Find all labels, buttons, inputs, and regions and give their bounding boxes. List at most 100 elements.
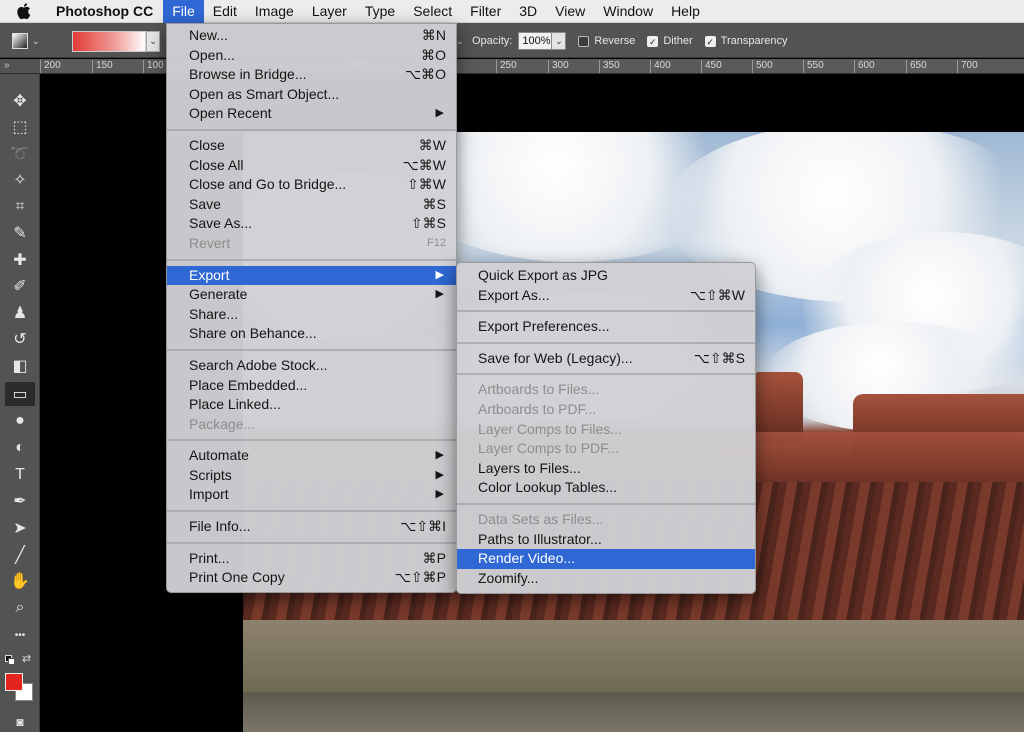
menu-edit[interactable]: Edit (204, 0, 246, 23)
menu-item-open[interactable]: Open... ⌘O (167, 46, 456, 66)
app-name-menu[interactable]: Photoshop CC (48, 3, 163, 19)
menu-item-export-preferences[interactable]: Export Preferences... (457, 317, 755, 337)
menu-item-save-for-web-legacy[interactable]: Save for Web (Legacy)... ⌥⇧⌘S (457, 349, 755, 369)
menu-item-label: Automate (189, 447, 249, 464)
menu-item-open-as-smart-object[interactable]: Open as Smart Object... (167, 85, 456, 105)
menu-item-shortcut: ⌘S (422, 195, 446, 212)
dither-checkbox[interactable]: ✓ Dither (647, 35, 693, 47)
pen-icon[interactable]: ✒ (5, 489, 35, 513)
eyedropper-icon[interactable]: ✎ (5, 221, 35, 245)
menu-item-import[interactable]: Import ▶ (167, 485, 456, 505)
menu-3d[interactable]: 3D (510, 0, 546, 23)
zoom-icon[interactable]: ⌕ (5, 596, 35, 620)
submenu-arrow-icon: ▶ (435, 449, 444, 462)
menu-select[interactable]: Select (404, 0, 461, 23)
gradient-icon[interactable]: ▭ (5, 382, 35, 406)
move-icon[interactable]: ✥ (5, 89, 35, 113)
menu-item-label: Zoomify... (478, 569, 539, 586)
menu-item-layers-to-files[interactable]: Layers to Files... (457, 459, 755, 479)
menu-item-color-lookup-tables[interactable]: Color Lookup Tables... (457, 478, 755, 498)
history-brush-icon[interactable]: ↺ (5, 327, 35, 351)
menu-item-zoomify[interactable]: Zoomify... (457, 569, 755, 589)
dodge-icon[interactable]: ◐ (5, 436, 35, 460)
menu-view[interactable]: View (546, 0, 594, 23)
menu-item-generate[interactable]: Generate ▶ (167, 285, 456, 305)
menu-item-label: Open Recent (189, 105, 272, 122)
menu-item-save[interactable]: Save ⌘S (167, 195, 456, 215)
reverse-checkbox-box[interactable] (578, 35, 590, 47)
opacity-chevron-icon[interactable]: ⌄ (552, 32, 567, 50)
reverse-checkbox[interactable]: Reverse (578, 35, 635, 47)
type-icon[interactable]: T (5, 463, 35, 487)
quick-mask-icon[interactable]: ◙ (5, 710, 35, 732)
hand-icon[interactable]: ✋ (5, 569, 35, 593)
magic-wand-icon[interactable]: ✧ (5, 168, 35, 192)
line-icon[interactable]: ╱ (5, 543, 35, 567)
apple-icon[interactable] (0, 0, 48, 23)
opacity-field[interactable]: 100% (518, 32, 553, 50)
menu-item-browse-in-bridge[interactable]: Browse in Bridge... ⌥⌘O (167, 65, 456, 85)
gradient-picker-chevron-icon[interactable]: ⌄ (146, 31, 160, 52)
menu-image[interactable]: Image (246, 0, 303, 23)
clone-stamp-icon[interactable]: ♟ (5, 301, 35, 325)
more-tools-icon[interactable]: ••• (5, 623, 35, 647)
menu-filter[interactable]: Filter (461, 0, 510, 23)
menu-layer[interactable]: Layer (303, 0, 356, 23)
eraser-icon[interactable]: ◧ (5, 354, 35, 378)
menu-item-export-as[interactable]: Export As... ⌥⇧⌘W (457, 286, 755, 306)
menu-item-shortcut: ⌘W (418, 136, 446, 153)
marquee-icon[interactable]: ⬚ (5, 115, 35, 139)
tool-preset-picker[interactable]: ⌄ (12, 30, 50, 52)
menu-item-place-linked[interactable]: Place Linked... (167, 395, 456, 415)
panel-collapse-icon[interactable]: » (0, 59, 40, 74)
menu-item-new[interactable]: New... ⌘N (167, 26, 456, 46)
menu-item-search-adobe-stock[interactable]: Search Adobe Stock... (167, 356, 456, 376)
menu-item-label: Export As... (478, 286, 550, 303)
menu-item-print[interactable]: Print... ⌘P (167, 549, 456, 569)
menu-item-file-info[interactable]: File Info... ⌥⇧⌘I (167, 517, 456, 537)
menu-type[interactable]: Type (356, 0, 404, 23)
menu-item-label: Render Video... (478, 550, 576, 567)
menu-item-shortcut: ⇧⌘S (410, 215, 446, 232)
menu-item-open-recent[interactable]: Open Recent ▶ (167, 104, 456, 124)
healing-brush-icon[interactable]: ✚ (5, 248, 35, 272)
menu-item-close-all[interactable]: Close All ⌥⌘W (167, 156, 456, 176)
menu-item-share[interactable]: Share... (167, 305, 456, 325)
dither-checkbox-box[interactable]: ✓ (647, 35, 659, 47)
menu-item-place-embedded[interactable]: Place Embedded... (167, 376, 456, 396)
menu-item-shortcut: F12 (427, 236, 446, 249)
menu-item-data-sets-as-files: Data Sets as Files... (457, 510, 755, 530)
menu-item-print-one-copy[interactable]: Print One Copy ⌥⇧⌘P (167, 568, 456, 588)
menu-window[interactable]: Window (594, 0, 662, 23)
menu-item-close-and-go-to-bridge[interactable]: Close and Go to Bridge... ⇧⌘W (167, 175, 456, 195)
gradient-preview[interactable] (72, 31, 146, 52)
brush-icon[interactable]: ✐ (5, 274, 35, 298)
menu-item-label: Export Preferences... (478, 318, 610, 335)
tools-panel: ✥ ⬚ ➰ ✧ ⌗ ✎ ✚ ✐ ♟ ↺ ◧ ▭ ● ◐ T ✒ ➤ ╱ ✋ ⌕ ••• ⇄ ◙ (0, 74, 40, 732)
transparency-checkbox-box[interactable]: ✓ (704, 35, 716, 47)
ruler-tick-label: 550 (803, 60, 824, 73)
menu-file[interactable]: File (163, 0, 204, 23)
menu-item-close[interactable]: Close ⌘W (167, 136, 456, 156)
menu-item-shortcut: ⌘O (421, 46, 446, 63)
menu-item-export[interactable]: Export ▶ (167, 265, 456, 286)
mode-chevron-icon[interactable]: ⌄ (456, 36, 466, 47)
menu-item-render-video[interactable]: Render Video... (457, 549, 755, 569)
path-selection-icon[interactable]: ➤ (5, 516, 35, 540)
lasso-icon[interactable]: ➰ (5, 142, 35, 166)
menu-item-share-on-behance[interactable]: Share on Behance... (167, 324, 456, 344)
foreground-color-swatch[interactable] (5, 673, 23, 691)
menu-item-shortcut: ⌥⇧⌘W (689, 286, 745, 303)
menu-item-quick-export-as-jpg[interactable]: Quick Export as JPG (457, 266, 755, 286)
menu-item-paths-to-illustrator[interactable]: Paths to Illustrator... (457, 530, 755, 550)
menu-item-automate[interactable]: Automate ▶ (167, 446, 456, 466)
menu-item-save-as[interactable]: Save As... ⇧⌘S (167, 214, 456, 234)
transparency-checkbox[interactable]: ✓ Transparency (704, 35, 788, 47)
crop-icon[interactable]: ⌗ (5, 195, 35, 219)
menu-item-label: Layer Comps to PDF... (478, 440, 619, 457)
swap-colors-icon[interactable]: ⇄ (22, 652, 31, 665)
blur-icon[interactable]: ● (5, 409, 35, 433)
default-colors-icon[interactable] (5, 655, 15, 665)
menu-item-scripts[interactable]: Scripts ▶ (167, 466, 456, 486)
menu-help[interactable]: Help (662, 0, 709, 23)
